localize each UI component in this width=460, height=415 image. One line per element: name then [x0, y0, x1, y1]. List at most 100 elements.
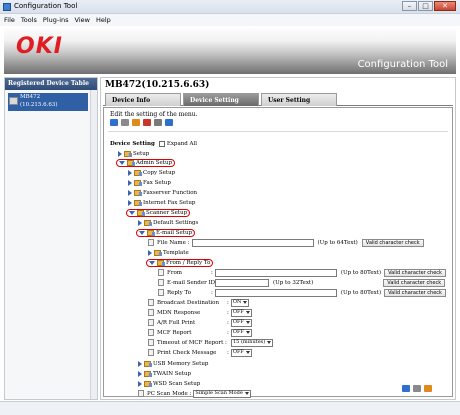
- folder-icon: [147, 229, 155, 236]
- device-table-panel: Registered Device Table MB472 (10.215.6.…: [4, 77, 98, 400]
- menu-view[interactable]: View: [75, 14, 90, 26]
- file-name-label: File Name :: [157, 239, 190, 246]
- mcf-report-select[interactable]: OFF: [230, 328, 252, 337]
- app-icon: [3, 3, 11, 11]
- tree-node-from-reply-to[interactable]: From / Reply To: [146, 258, 214, 267]
- mdn-select[interactable]: OFF: [230, 308, 252, 317]
- item-icon: [148, 319, 154, 326]
- import-icon[interactable]: [413, 385, 421, 392]
- print-icon[interactable]: [154, 119, 162, 126]
- item-icon: [148, 339, 154, 346]
- highlight-box: E-mail Setup: [136, 228, 196, 237]
- from-input[interactable]: [214, 268, 337, 277]
- broadcast-label: Broadcast Destination: [157, 299, 220, 306]
- tab-user-setting[interactable]: User Setting: [261, 93, 337, 106]
- file-name-check-button[interactable]: Valid character check: [361, 238, 424, 247]
- next-icon[interactable]: [165, 119, 173, 126]
- refresh-icon[interactable]: [110, 119, 118, 126]
- item-icon: [158, 279, 164, 286]
- left-scrollbar[interactable]: [90, 90, 97, 399]
- tree-node-wsd-scan[interactable]: WSD Scan Setup: [138, 379, 200, 388]
- toolbar: [110, 119, 173, 126]
- tab-device-setting[interactable]: Device Setting: [183, 93, 259, 106]
- menu-file[interactable]: File: [4, 14, 15, 26]
- item-icon: [138, 390, 144, 397]
- tree-node-internet-fax[interactable]: Internet Fax Setup: [128, 198, 195, 207]
- save-icon[interactable]: [143, 119, 151, 126]
- export-icon[interactable]: [424, 385, 432, 392]
- tree-node-default-settings[interactable]: Default Settings: [138, 218, 198, 227]
- window-title: Configuration Tool: [14, 2, 78, 10]
- folder-icon: [134, 179, 142, 186]
- status-bar: [0, 401, 460, 415]
- timeout-mcf-label: Timeout of MCF Report :: [157, 339, 227, 346]
- mdn-label: MDN Response: [157, 309, 201, 316]
- file-name-hint: (Up to 64Text): [317, 239, 358, 246]
- menu-tools[interactable]: Tools: [21, 14, 37, 26]
- tab-device-info[interactable]: Device Info: [105, 93, 181, 106]
- folder-icon: [154, 249, 162, 256]
- reply-to-check-button[interactable]: Valid character check: [384, 288, 446, 297]
- tree-node-scanner-setup[interactable]: Scanner Setup: [126, 208, 191, 217]
- item-icon: [148, 329, 154, 336]
- settings-description: Edit the setting of the menu.: [110, 111, 198, 118]
- export-icon[interactable]: [132, 119, 140, 126]
- item-icon: [158, 289, 164, 296]
- tree-node-fax-setup[interactable]: Fax Setup: [128, 178, 171, 187]
- menu-help[interactable]: Help: [96, 14, 111, 26]
- maximize-button[interactable]: □: [418, 1, 433, 11]
- close-button[interactable]: ✕: [434, 1, 456, 11]
- chevron-down-icon: [245, 331, 250, 334]
- item-icon: [148, 309, 154, 316]
- tree-node-admin-setup[interactable]: Admin Setup: [116, 158, 176, 167]
- pc-scan-mode-select[interactable]: Simple Scan Mode: [193, 389, 251, 398]
- expand-all-checkbox[interactable]: [158, 140, 165, 147]
- tree-node-setup[interactable]: Setup: [118, 149, 149, 158]
- tree-node-email-setup[interactable]: E-mail Setup: [136, 228, 196, 237]
- sender-id-check-button[interactable]: Valid character check: [383, 278, 446, 287]
- broadcast-select[interactable]: ON: [230, 298, 250, 307]
- from-check-button[interactable]: Valid character check: [384, 268, 446, 277]
- minimize-button[interactable]: –: [402, 1, 417, 11]
- from-hint: (Up to 80Text): [340, 269, 382, 276]
- tree-root-label: Device Setting: [110, 140, 155, 147]
- banner-title: Configuration Tool: [357, 59, 448, 70]
- import-icon[interactable]: [121, 119, 129, 126]
- chevron-down-icon: [245, 311, 250, 314]
- menu-bar: File Tools Plug-ins View Help: [0, 14, 460, 26]
- print-check-select[interactable]: OFF: [230, 348, 252, 357]
- file-name-input[interactable]: [191, 238, 314, 247]
- folder-icon: [157, 259, 165, 266]
- tree-node-usb-memory[interactable]: USB Memory Setup: [138, 359, 208, 368]
- device-list-item[interactable]: MB472 (10.215.6.63): [8, 93, 88, 111]
- device-name: MB472: [20, 94, 41, 100]
- tree-node-template[interactable]: Template: [148, 248, 189, 257]
- folder-icon: [137, 209, 145, 216]
- mcf-report-label: MCF Report: [157, 329, 192, 336]
- reply-to-label: Reply To: [167, 289, 192, 296]
- sender-id-hint: (Up to 32Text): [273, 279, 314, 286]
- folder-icon: [134, 199, 142, 206]
- refresh-icon[interactable]: [402, 385, 410, 392]
- chevron-down-icon: [245, 321, 250, 324]
- device-table-header: Registered Device Table: [5, 78, 97, 90]
- device-title: MB472(10.215.6.63): [105, 80, 210, 90]
- reply-to-input[interactable]: [214, 288, 337, 297]
- folder-icon: [127, 159, 135, 166]
- ar-full-print-label: A/R Full Print: [157, 319, 196, 326]
- timeout-mcf-select[interactable]: 15 (minutes): [231, 338, 274, 347]
- title-bar: Configuration Tool – □ ✕: [0, 0, 460, 14]
- tree-node-copy-setup[interactable]: Copy Setup: [128, 168, 175, 177]
- highlight-box: Scanner Setup: [126, 208, 191, 217]
- ar-full-print-select[interactable]: OFF: [230, 318, 252, 327]
- pc-scan-mode-label: PC Scan Mode :: [147, 390, 192, 397]
- folder-icon: [144, 380, 152, 387]
- oki-logo: OKI: [16, 34, 63, 59]
- menu-plugins[interactable]: Plug-ins: [43, 14, 69, 26]
- tree-node-faxserver[interactable]: Faxserver Function: [128, 188, 197, 197]
- sender-id-input[interactable]: [215, 278, 269, 287]
- folder-icon: [124, 150, 132, 157]
- item-icon: [158, 269, 164, 276]
- folder-icon: [144, 360, 152, 367]
- tree-node-twain[interactable]: TWAIN Setup: [138, 369, 191, 378]
